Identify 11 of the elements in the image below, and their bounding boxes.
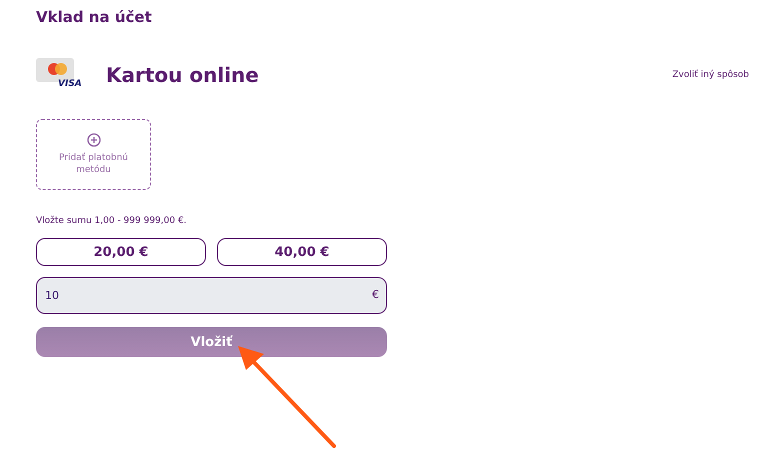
amount-hint: Vložte sumu 1,00 - 999 999,00 €. xyxy=(36,216,188,226)
payment-method-title: Kartou online xyxy=(106,63,259,87)
amount-option-button[interactable]: 40,00 € xyxy=(217,238,387,266)
add-payment-method-button[interactable]: Pridať platobnú metódu xyxy=(36,119,151,190)
page-title: Vklad na účet xyxy=(36,8,153,28)
change-method-link[interactable]: Zvoliť iný spôsob xyxy=(672,70,749,80)
amount-option-button[interactable]: 20,00 € xyxy=(36,238,206,266)
plus-icon xyxy=(86,132,100,147)
currency-label: € xyxy=(372,288,379,301)
add-payment-method-label: Pridať platobnú metódu xyxy=(58,152,129,176)
card-brand-label: VISA xyxy=(58,79,82,89)
